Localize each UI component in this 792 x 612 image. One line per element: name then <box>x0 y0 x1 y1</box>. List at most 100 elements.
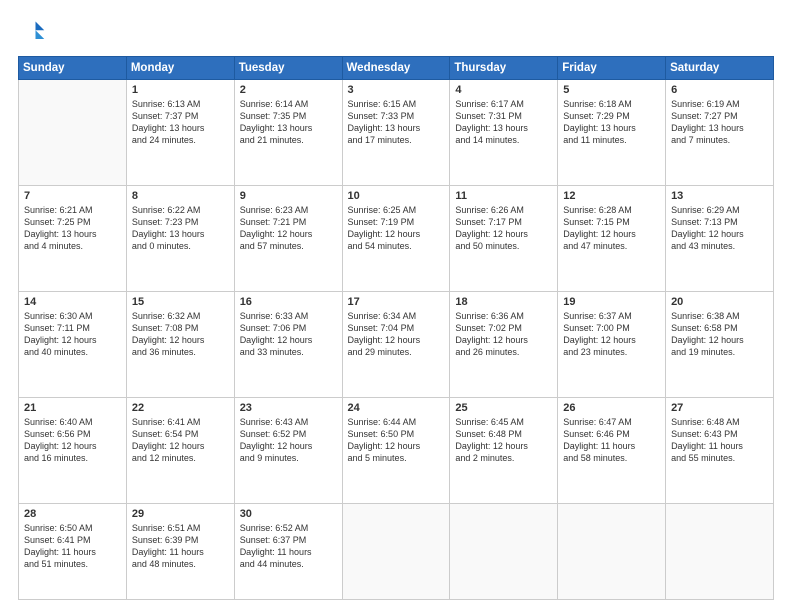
day-number: 10 <box>348 190 445 202</box>
day-number: 24 <box>348 402 445 414</box>
day-info: Sunrise: 6:14 AM Sunset: 7:35 PM Dayligh… <box>240 98 337 147</box>
day-number: 6 <box>671 84 768 96</box>
day-number: 11 <box>455 190 552 202</box>
weekday-wednesday: Wednesday <box>342 57 450 80</box>
week-row-5: 28 Sunrise: 6:50 AM Sunset: 6:41 PM Dayli… <box>19 504 774 600</box>
day-cell: 25 Sunrise: 6:45 AM Sunset: 6:48 PM Dayli… <box>450 398 558 504</box>
day-info: Sunrise: 6:52 AM Sunset: 6:37 PM Dayligh… <box>240 522 337 571</box>
day-number: 13 <box>671 190 768 202</box>
week-row-4: 21 Sunrise: 6:40 AM Sunset: 6:56 PM Dayli… <box>19 398 774 504</box>
weekday-tuesday: Tuesday <box>234 57 342 80</box>
day-number: 2 <box>240 84 337 96</box>
day-info: Sunrise: 6:32 AM Sunset: 7:08 PM Dayligh… <box>132 310 229 359</box>
day-cell <box>450 504 558 600</box>
day-number: 28 <box>24 508 121 520</box>
day-info: Sunrise: 6:29 AM Sunset: 7:13 PM Dayligh… <box>671 204 768 253</box>
day-info: Sunrise: 6:48 AM Sunset: 6:43 PM Dayligh… <box>671 416 768 465</box>
day-number: 21 <box>24 402 121 414</box>
day-number: 16 <box>240 296 337 308</box>
day-info: Sunrise: 6:47 AM Sunset: 6:46 PM Dayligh… <box>563 416 660 465</box>
day-info: Sunrise: 6:38 AM Sunset: 6:58 PM Dayligh… <box>671 310 768 359</box>
day-cell: 23 Sunrise: 6:43 AM Sunset: 6:52 PM Dayli… <box>234 398 342 504</box>
day-info: Sunrise: 6:43 AM Sunset: 6:52 PM Dayligh… <box>240 416 337 465</box>
day-info: Sunrise: 6:23 AM Sunset: 7:21 PM Dayligh… <box>240 204 337 253</box>
day-cell: 7 Sunrise: 6:21 AM Sunset: 7:25 PM Daylig… <box>19 186 127 292</box>
day-number: 30 <box>240 508 337 520</box>
day-info: Sunrise: 6:51 AM Sunset: 6:39 PM Dayligh… <box>132 522 229 571</box>
day-cell: 18 Sunrise: 6:36 AM Sunset: 7:02 PM Dayli… <box>450 292 558 398</box>
day-info: Sunrise: 6:36 AM Sunset: 7:02 PM Dayligh… <box>455 310 552 359</box>
day-cell: 30 Sunrise: 6:52 AM Sunset: 6:37 PM Dayli… <box>234 504 342 600</box>
day-cell: 13 Sunrise: 6:29 AM Sunset: 7:13 PM Dayli… <box>666 186 774 292</box>
day-info: Sunrise: 6:26 AM Sunset: 7:17 PM Dayligh… <box>455 204 552 253</box>
day-cell: 5 Sunrise: 6:18 AM Sunset: 7:29 PM Daylig… <box>558 80 666 186</box>
calendar-table: SundayMondayTuesdayWednesdayThursdayFrid… <box>18 56 774 600</box>
day-cell: 12 Sunrise: 6:28 AM Sunset: 7:15 PM Dayli… <box>558 186 666 292</box>
day-number: 29 <box>132 508 229 520</box>
day-cell: 1Sunrise: 6:13 AM Sunset: 7:37 PM Daylig… <box>126 80 234 186</box>
day-number: 1 <box>132 84 229 96</box>
day-number: 15 <box>132 296 229 308</box>
day-cell: 11 Sunrise: 6:26 AM Sunset: 7:17 PM Dayli… <box>450 186 558 292</box>
day-info: Sunrise: 6:34 AM Sunset: 7:04 PM Dayligh… <box>348 310 445 359</box>
week-row-3: 14Sunrise: 6:30 AM Sunset: 7:11 PM Dayli… <box>19 292 774 398</box>
day-cell: 21 Sunrise: 6:40 AM Sunset: 6:56 PM Dayli… <box>19 398 127 504</box>
day-info: Sunrise: 6:41 AM Sunset: 6:54 PM Dayligh… <box>132 416 229 465</box>
day-number: 7 <box>24 190 121 202</box>
week-row-1: 1Sunrise: 6:13 AM Sunset: 7:37 PM Daylig… <box>19 80 774 186</box>
day-cell: 19Sunrise: 6:37 AM Sunset: 7:00 PM Dayli… <box>558 292 666 398</box>
day-cell <box>19 80 127 186</box>
day-number: 3 <box>348 84 445 96</box>
day-cell: 29 Sunrise: 6:51 AM Sunset: 6:39 PM Dayli… <box>126 504 234 600</box>
day-cell: 22 Sunrise: 6:41 AM Sunset: 6:54 PM Dayli… <box>126 398 234 504</box>
day-cell: 28 Sunrise: 6:50 AM Sunset: 6:41 PM Dayli… <box>19 504 127 600</box>
day-info: Sunrise: 6:25 AM Sunset: 7:19 PM Dayligh… <box>348 204 445 253</box>
day-number: 9 <box>240 190 337 202</box>
day-info: Sunrise: 6:18 AM Sunset: 7:29 PM Dayligh… <box>563 98 660 147</box>
day-number: 27 <box>671 402 768 414</box>
day-number: 25 <box>455 402 552 414</box>
day-cell: 3 Sunrise: 6:15 AM Sunset: 7:33 PM Daylig… <box>342 80 450 186</box>
day-cell: 10 Sunrise: 6:25 AM Sunset: 7:19 PM Dayli… <box>342 186 450 292</box>
day-cell <box>558 504 666 600</box>
day-cell: 2 Sunrise: 6:14 AM Sunset: 7:35 PM Daylig… <box>234 80 342 186</box>
day-number: 5 <box>563 84 660 96</box>
day-info: Sunrise: 6:45 AM Sunset: 6:48 PM Dayligh… <box>455 416 552 465</box>
day-cell: 20Sunrise: 6:38 AM Sunset: 6:58 PM Dayli… <box>666 292 774 398</box>
day-number: 22 <box>132 402 229 414</box>
week-row-2: 7 Sunrise: 6:21 AM Sunset: 7:25 PM Daylig… <box>19 186 774 292</box>
weekday-saturday: Saturday <box>666 57 774 80</box>
day-number: 12 <box>563 190 660 202</box>
day-cell: 6 Sunrise: 6:19 AM Sunset: 7:27 PM Daylig… <box>666 80 774 186</box>
weekday-friday: Friday <box>558 57 666 80</box>
day-number: 23 <box>240 402 337 414</box>
day-info: Sunrise: 6:22 AM Sunset: 7:23 PM Dayligh… <box>132 204 229 253</box>
day-info: Sunrise: 6:15 AM Sunset: 7:33 PM Dayligh… <box>348 98 445 147</box>
logo <box>18 18 48 46</box>
day-info: Sunrise: 6:40 AM Sunset: 6:56 PM Dayligh… <box>24 416 121 465</box>
day-number: 14 <box>24 296 121 308</box>
day-info: Sunrise: 6:17 AM Sunset: 7:31 PM Dayligh… <box>455 98 552 147</box>
day-number: 4 <box>455 84 552 96</box>
day-cell: 15 Sunrise: 6:32 AM Sunset: 7:08 PM Dayli… <box>126 292 234 398</box>
header <box>18 18 774 46</box>
day-info: Sunrise: 6:50 AM Sunset: 6:41 PM Dayligh… <box>24 522 121 571</box>
day-cell: 26 Sunrise: 6:47 AM Sunset: 6:46 PM Dayli… <box>558 398 666 504</box>
day-number: 18 <box>455 296 552 308</box>
day-cell: 4 Sunrise: 6:17 AM Sunset: 7:31 PM Daylig… <box>450 80 558 186</box>
day-cell <box>342 504 450 600</box>
day-info: Sunrise: 6:21 AM Sunset: 7:25 PM Dayligh… <box>24 204 121 253</box>
day-cell: 14Sunrise: 6:30 AM Sunset: 7:11 PM Dayli… <box>19 292 127 398</box>
day-number: 8 <box>132 190 229 202</box>
day-info: Sunrise: 6:44 AM Sunset: 6:50 PM Dayligh… <box>348 416 445 465</box>
day-info: Sunrise: 6:28 AM Sunset: 7:15 PM Dayligh… <box>563 204 660 253</box>
weekday-thursday: Thursday <box>450 57 558 80</box>
day-cell: 9 Sunrise: 6:23 AM Sunset: 7:21 PM Daylig… <box>234 186 342 292</box>
day-number: 19 <box>563 296 660 308</box>
day-cell: 16 Sunrise: 6:33 AM Sunset: 7:06 PM Dayli… <box>234 292 342 398</box>
day-number: 17 <box>348 296 445 308</box>
day-info: Sunrise: 6:19 AM Sunset: 7:27 PM Dayligh… <box>671 98 768 147</box>
day-info: Sunrise: 6:33 AM Sunset: 7:06 PM Dayligh… <box>240 310 337 359</box>
logo-icon <box>18 18 46 46</box>
day-number: 26 <box>563 402 660 414</box>
